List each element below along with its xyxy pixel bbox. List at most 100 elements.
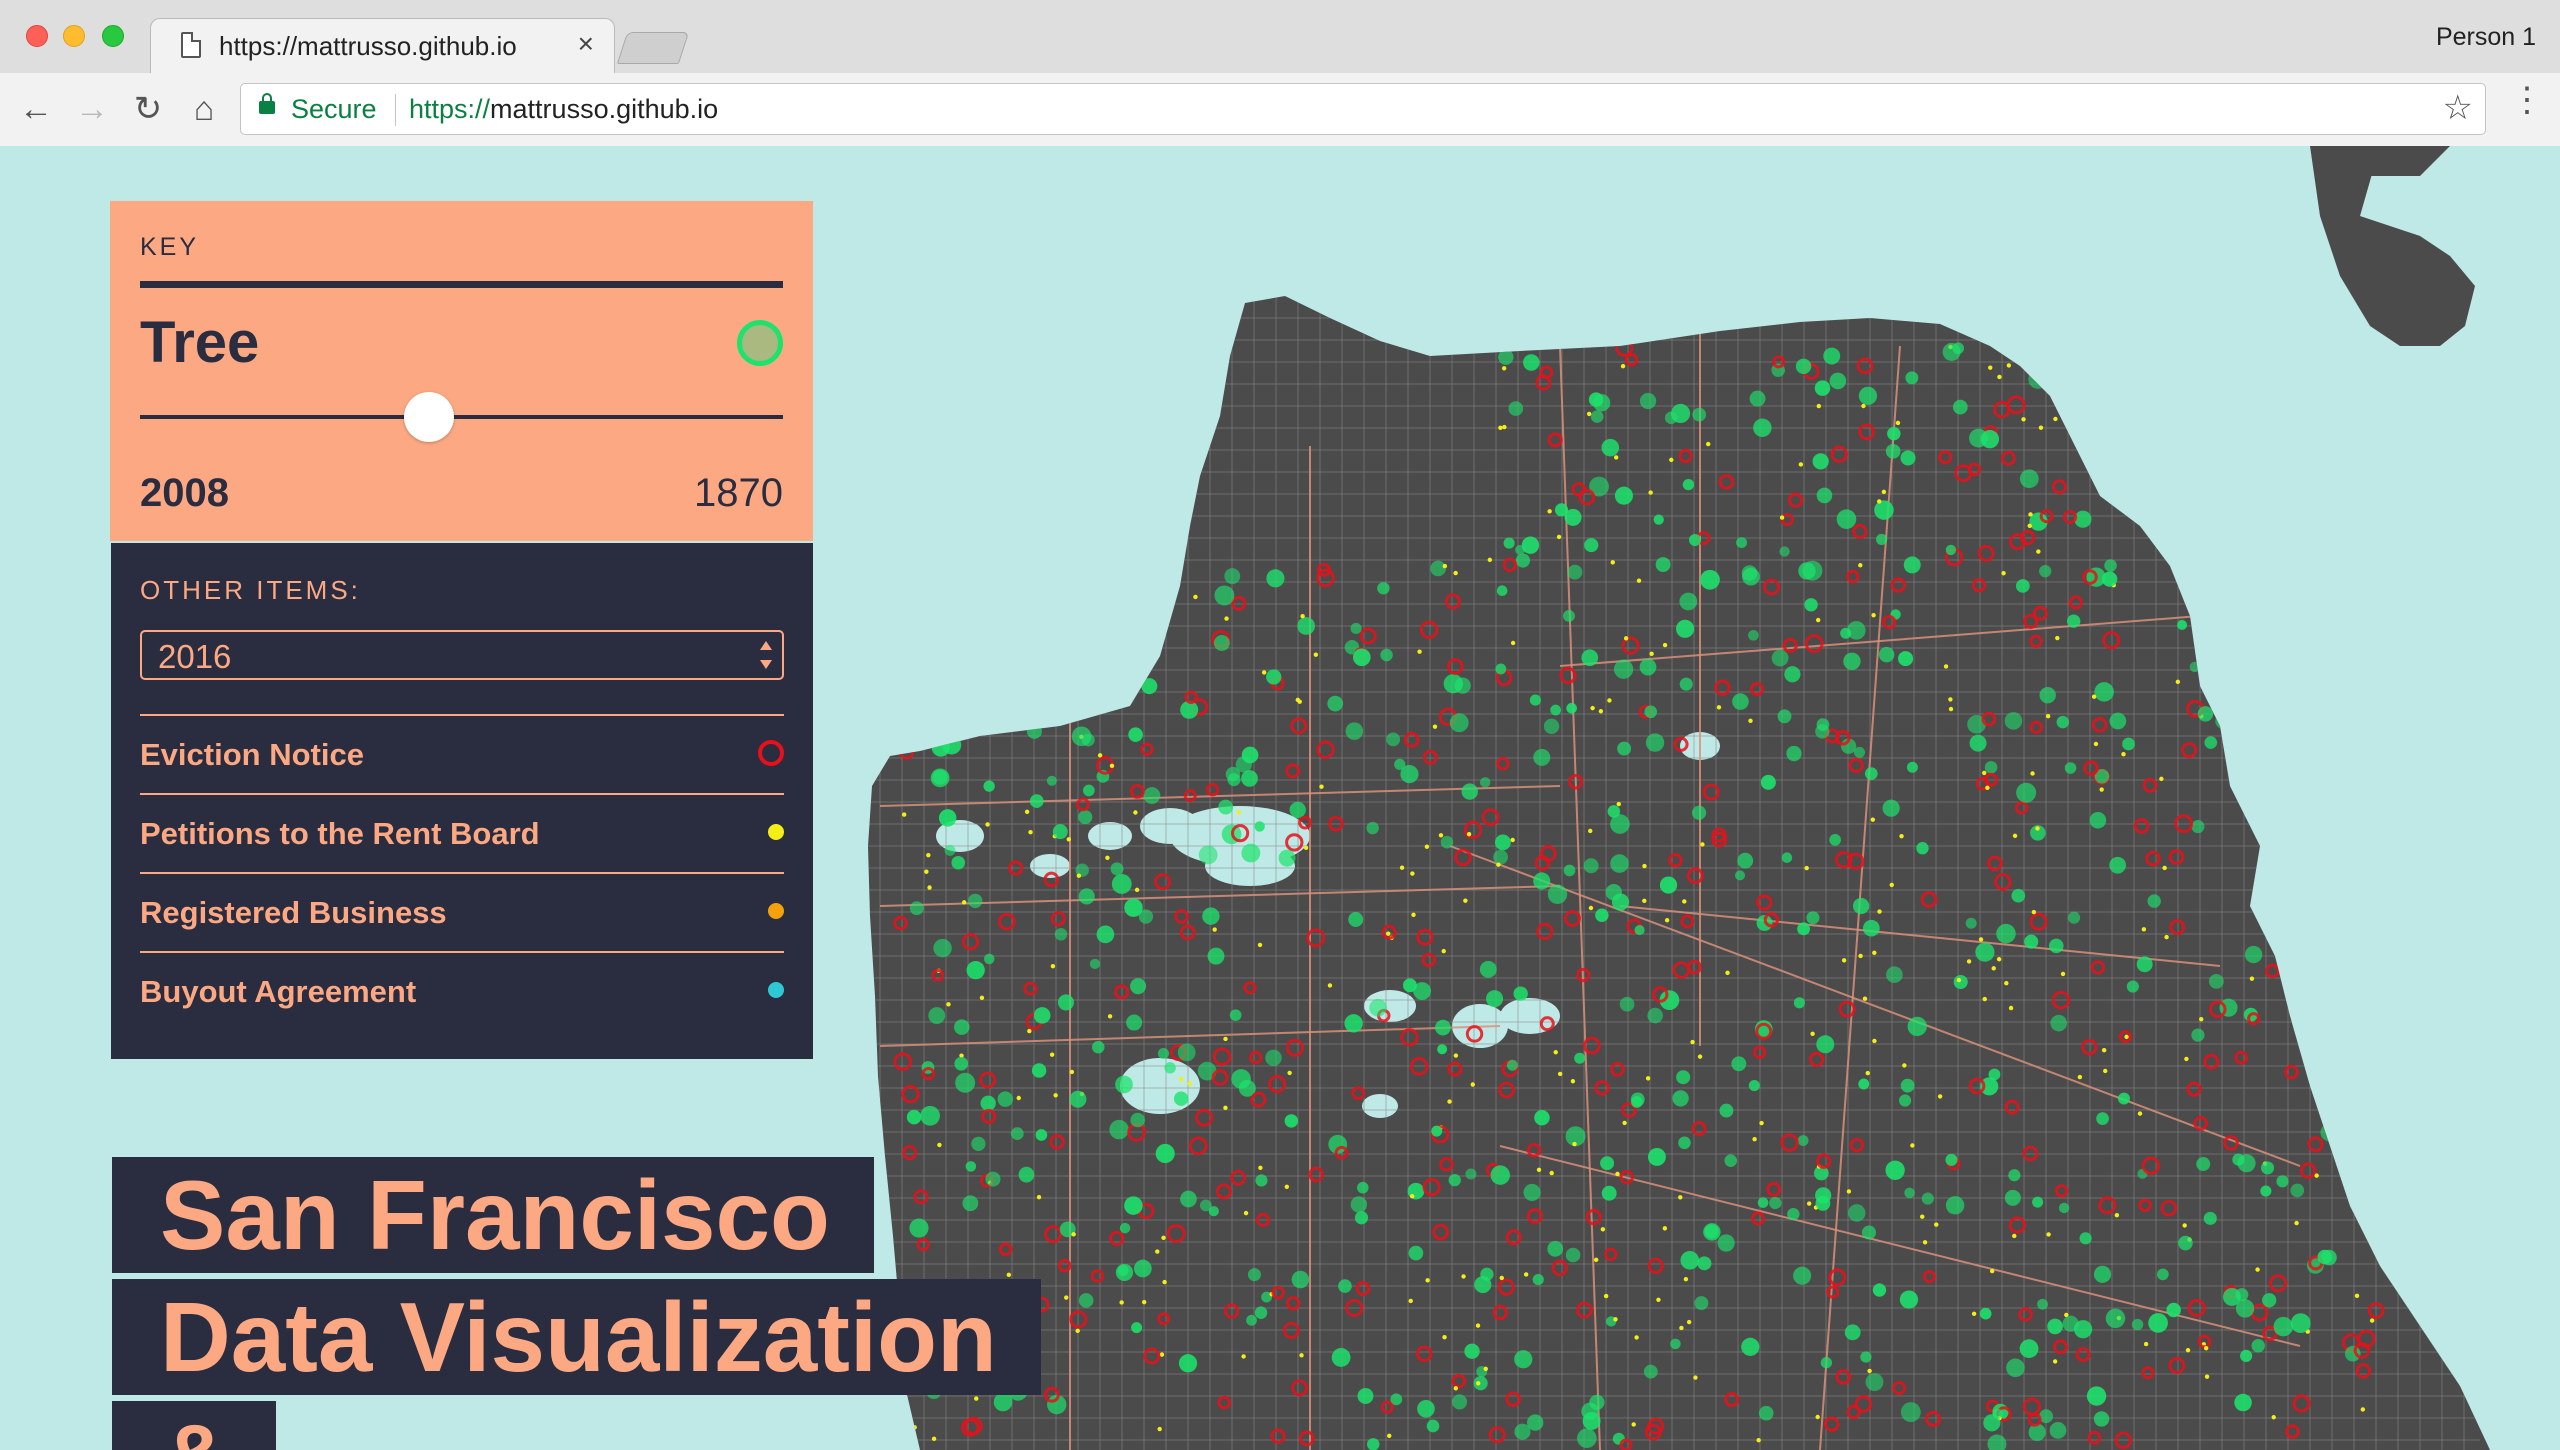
tree-point: [980, 713, 991, 725]
petition-point: [1937, 1094, 1943, 1099]
home-button[interactable]: ⌂: [182, 87, 226, 131]
year-slider-track[interactable]: [140, 415, 783, 419]
petition-point: [1498, 425, 1503, 431]
petition-point: [1053, 1093, 1058, 1098]
tree-point: [1543, 718, 1560, 734]
close-tab-icon[interactable]: ×: [578, 28, 594, 60]
forward-button[interactable]: →: [70, 87, 114, 131]
tree-point: [1451, 1394, 1468, 1410]
tree-point: [983, 780, 995, 792]
bookmark-star-icon[interactable]: ☆: [2443, 88, 2473, 128]
tree-point: [1676, 1070, 1691, 1085]
petition-point: [1816, 403, 1822, 409]
tree-point: [1408, 1245, 1424, 1261]
tree-point: [1731, 1056, 1747, 1072]
address-bar[interactable]: Secure https://mattrusso.github.io ☆: [240, 83, 2486, 135]
petition-point: [2185, 1347, 2191, 1353]
legend-item-buyout-agreement[interactable]: Buyout Agreement: [140, 951, 784, 1030]
petition-point: [1841, 958, 1847, 963]
petition-point: [1461, 1274, 1466, 1279]
tree-point: [1369, 998, 1387, 1017]
petition-point: [2249, 976, 2255, 981]
tree-point: [1178, 1354, 1198, 1373]
petition-point: [1319, 784, 1324, 789]
petition-point: [1590, 705, 1595, 711]
tree-point: [968, 893, 983, 909]
other-year-select[interactable]: 2016: [140, 630, 784, 680]
back-button[interactable]: ←: [14, 87, 58, 131]
tree-point: [1173, 1091, 1189, 1106]
tree-point: [1664, 411, 1678, 425]
tree-point: [1980, 430, 2000, 449]
petition-point: [2099, 787, 2104, 792]
petition-point: [934, 736, 939, 741]
tree-point: [2168, 464, 2189, 484]
tree-point: [1574, 1052, 1586, 1064]
tree-point: [2344, 1345, 2361, 1362]
legend-item-rent-board-petitions[interactable]: Petitions to the Rent Board: [140, 793, 784, 872]
petition-point: [2369, 1318, 2375, 1323]
tree-point: [1804, 598, 1818, 612]
page-title-line-2: Data Visualization: [112, 1279, 1041, 1395]
petition-point: [2036, 549, 2041, 554]
petition-point: [1806, 1201, 1812, 1206]
petition-point: [1410, 871, 1415, 876]
petition-point: [1447, 1099, 1452, 1104]
reload-button[interactable]: ↻: [126, 87, 170, 131]
tree-point: [1031, 1063, 1047, 1078]
browser-tab[interactable]: https://mattrusso.github.io ×: [150, 18, 615, 74]
tree-point: [1670, 1338, 1681, 1350]
select-arrows-icon: [758, 637, 774, 673]
tree-point: [1996, 923, 2016, 944]
profile-button[interactable]: Person 1: [2436, 23, 2536, 52]
tree-point: [1141, 678, 1158, 695]
tree-point: [2215, 713, 2230, 729]
tree-point: [1906, 761, 1918, 773]
minimize-window-button[interactable]: [63, 25, 85, 47]
url-scheme: https://: [409, 94, 491, 124]
tree-point: [1426, 1419, 1440, 1433]
petition-point: [1287, 1070, 1292, 1076]
tree-point: [1797, 1135, 1809, 1146]
tree-point: [1297, 617, 1316, 635]
legend-item-eviction-notice[interactable]: Eviction Notice: [140, 714, 784, 793]
tree-point: [1241, 770, 1258, 787]
tree-point: [1496, 585, 1508, 597]
tree-point: [1680, 1251, 1700, 1270]
tree-point: [1479, 960, 1497, 978]
tree-point: [1593, 394, 1611, 412]
tree-point: [2136, 956, 2153, 973]
url-text[interactable]: https://mattrusso.github.io: [409, 94, 718, 125]
tree-point: [1887, 426, 1901, 441]
new-tab-button[interactable]: [616, 32, 690, 64]
zoom-window-button[interactable]: [102, 25, 124, 47]
tree-point: [2131, 1318, 2144, 1331]
tree-point: [1567, 564, 1583, 580]
tree-point: [1590, 410, 1604, 423]
tree-point: [1046, 775, 1057, 786]
petition-point: [985, 822, 990, 827]
tree-point: [2151, 365, 2163, 376]
kebab-menu-icon[interactable]: ⋮: [2510, 83, 2544, 117]
tree-point: [1601, 1185, 1617, 1201]
petition-point: [1902, 1063, 1907, 1068]
petition-point: [1948, 697, 1953, 702]
close-window-button[interactable]: [26, 25, 48, 47]
tree-point: [1700, 569, 1720, 590]
tree-point: [1900, 1402, 1921, 1423]
tree-point: [1224, 568, 1241, 585]
tree-point: [1255, 1174, 1268, 1187]
legend-item-registered-business[interactable]: Registered Business: [140, 872, 784, 951]
tree-point: [2178, 1235, 2193, 1251]
tree-point: [1753, 418, 1772, 438]
petition-point: [1798, 462, 1804, 467]
petition-point: [1631, 1422, 1636, 1427]
petition-point: [912, 1425, 917, 1430]
tree-point: [1862, 919, 1880, 937]
tree-point: [2203, 1211, 2217, 1225]
petition-point: [1816, 617, 1821, 623]
year-slider-thumb[interactable]: [404, 392, 455, 442]
tree-point: [2093, 1411, 2110, 1427]
tree-point: [1885, 1160, 1905, 1180]
tree-point: [1035, 1129, 1048, 1141]
